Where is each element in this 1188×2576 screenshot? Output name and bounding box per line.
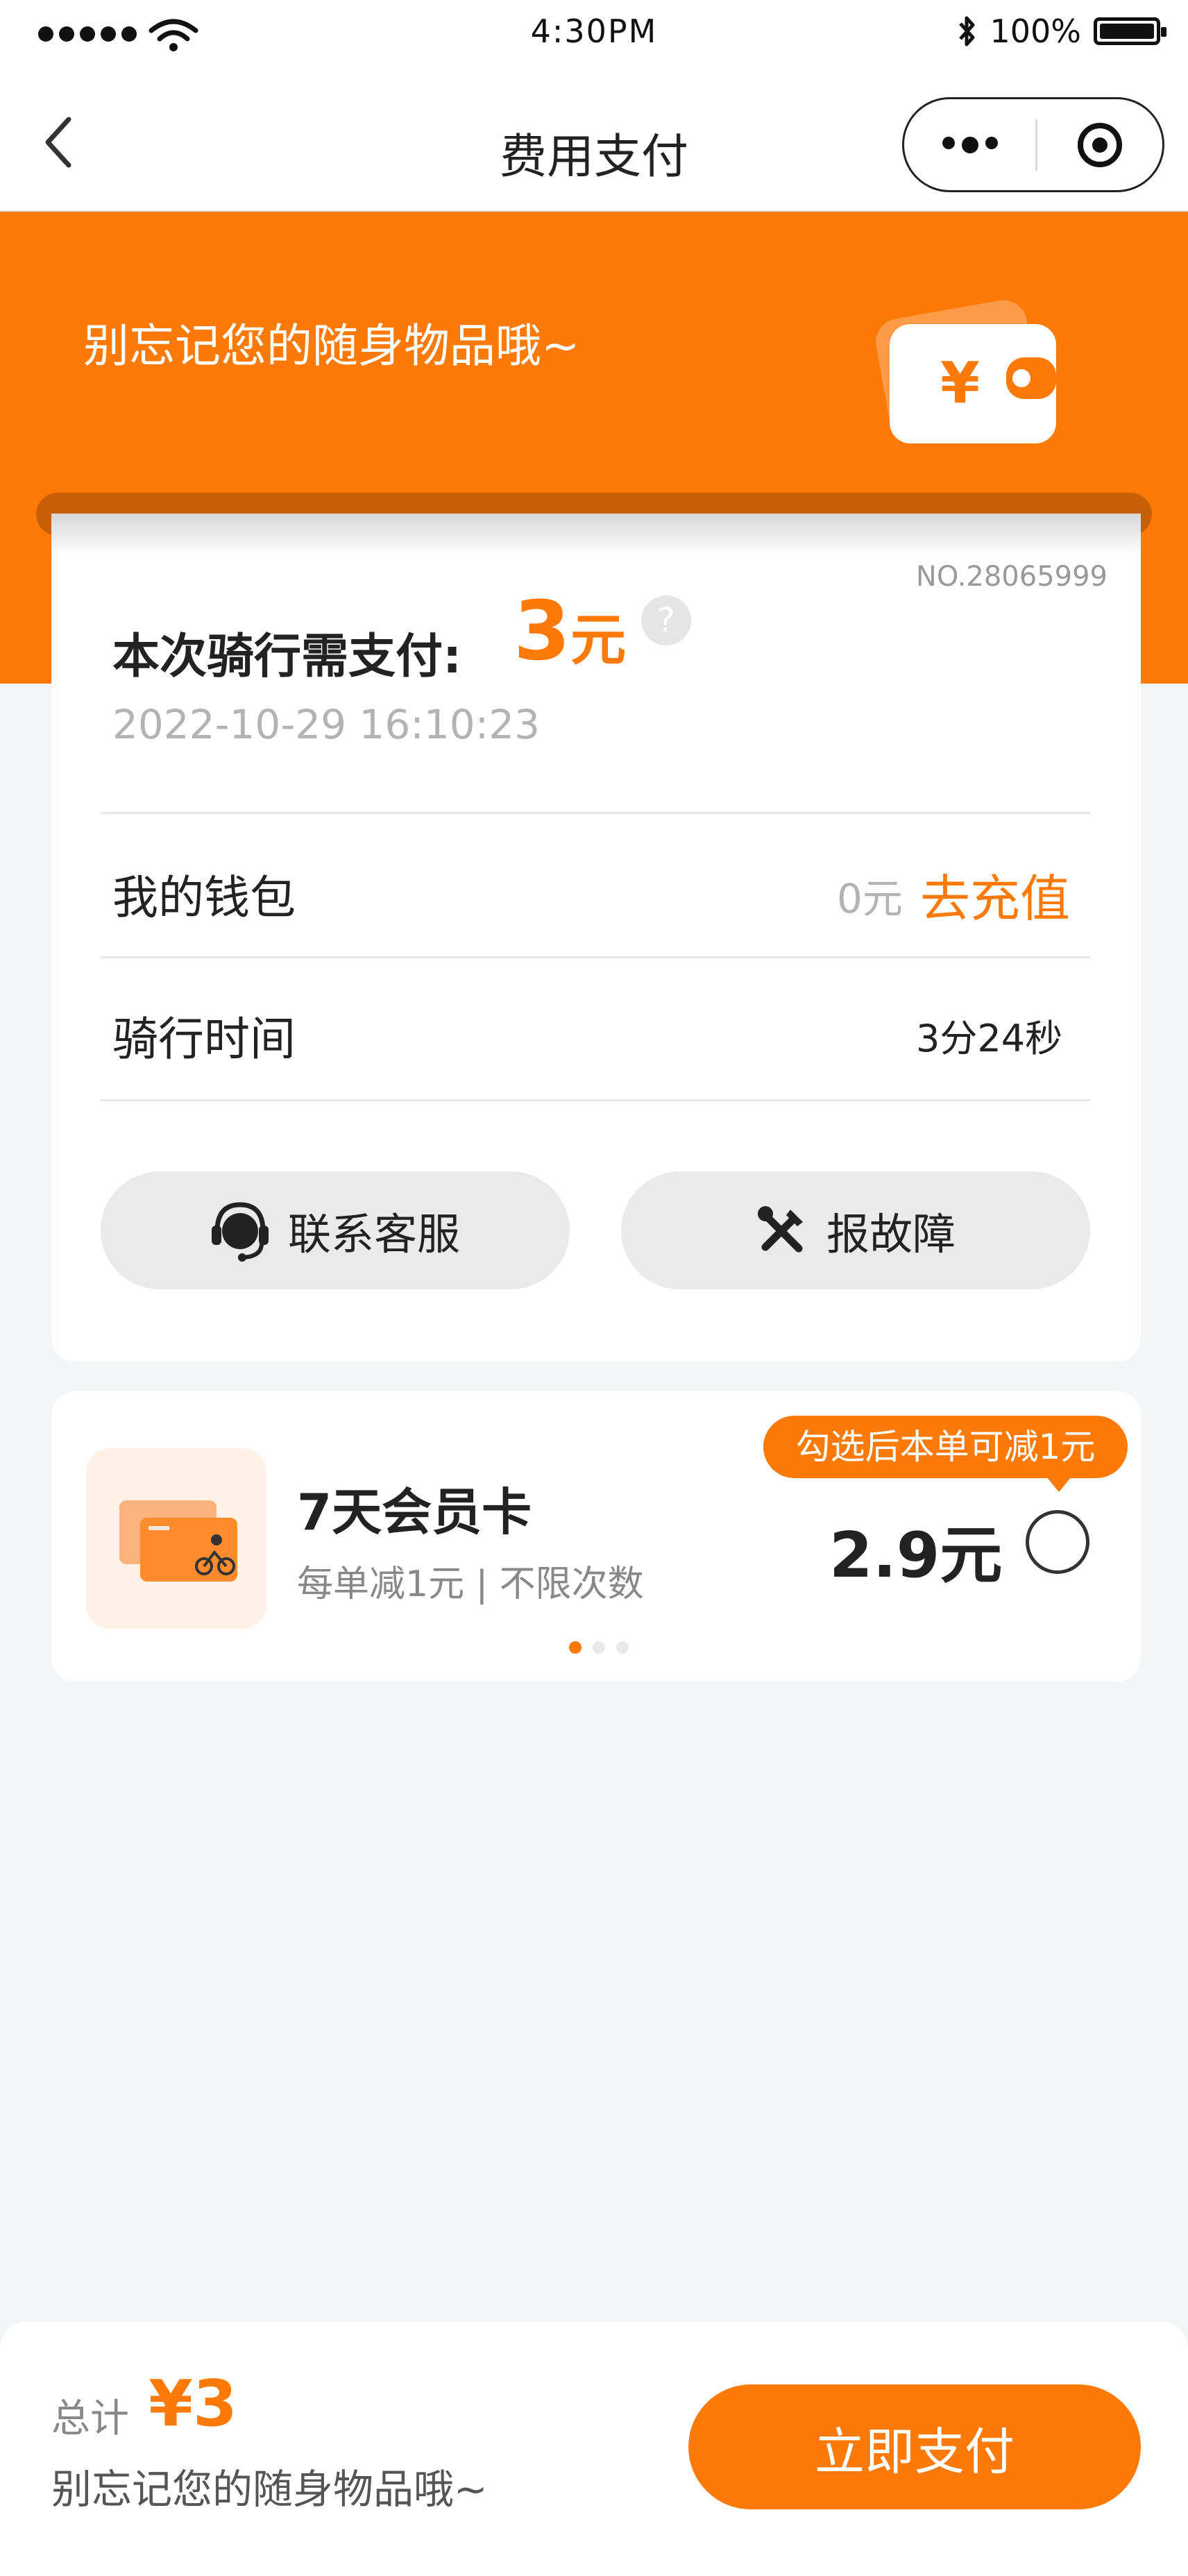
ride-time-value: 3分24秒 [916,1017,1063,1060]
membership-title: 7天会员卡 [297,1483,532,1541]
divider [101,956,1090,958]
pay-now-button[interactable]: 立即支付 [688,2384,1141,2509]
report-fault-label: 报故障 [826,1209,956,1260]
target-icon[interactable] [1037,122,1162,167]
headset-icon [211,1202,269,1262]
battery-icon [1094,17,1166,45]
mini-program-capsule [902,97,1164,192]
order-number: NO.28065999 [915,561,1108,593]
payment-amount: 3元 [514,590,626,672]
ride-datetime: 2022-10-29 16:10:23 [112,701,540,748]
membership-card-image [86,1448,266,1629]
tools-icon [757,1206,803,1253]
payment-amount-unit: 元 [570,608,627,672]
membership-description: 每单减1元 | 不限次数 [297,1564,644,1605]
status-bar: 4:30PM 100% [0,0,1188,69]
total-amount: ¥3 [148,2366,238,2441]
bottom-hint: 别忘记您的随身物品哦~ [51,2466,488,2513]
membership-card-illustration-icon [119,1500,237,1582]
total-label: 总计 [51,2396,129,2441]
membership-radio[interactable] [1026,1510,1089,1574]
carousel-indicator [569,1641,629,1654]
svg-text:¥: ¥ [940,350,980,416]
payment-amount-value: 3 [514,583,571,679]
banner-text: 别忘记您的随身物品哦~ [83,319,580,373]
nav-bar: 费用支付 [0,69,1188,212]
battery-percent: 100% [990,12,1081,50]
discount-tip: 勾选后本单可减1元 [763,1416,1128,1478]
divider [101,1099,1090,1101]
topup-link[interactable]: 去充值 [920,858,1070,931]
membership-price: 2.9元 [829,1519,1003,1592]
wallet-label: 我的钱包 [112,871,296,924]
ride-time-label: 骑行时间 [112,1012,296,1066]
wallet-balance: 0元 [837,875,903,922]
carousel-dot[interactable] [569,1641,582,1654]
contact-service-button[interactable]: 联系客服 [101,1171,570,1289]
help-icon[interactable]: ? [641,595,691,645]
bluetooth-icon [959,16,975,46]
wallet-icon: ¥ [876,300,1056,443]
divider [101,812,1090,814]
contact-service-label: 联系客服 [287,1209,460,1260]
payment-label: 本次骑行需支付: [112,629,462,684]
status-right: 100% [956,12,1166,50]
more-dots-icon[interactable] [904,136,1035,153]
discount-tip-arrow [1046,1477,1071,1492]
card-top-shadow [51,514,1141,555]
report-fault-button[interactable]: 报故障 [621,1171,1090,1289]
carousel-dot[interactable] [616,1641,629,1654]
carousel-dot[interactable] [593,1641,605,1654]
